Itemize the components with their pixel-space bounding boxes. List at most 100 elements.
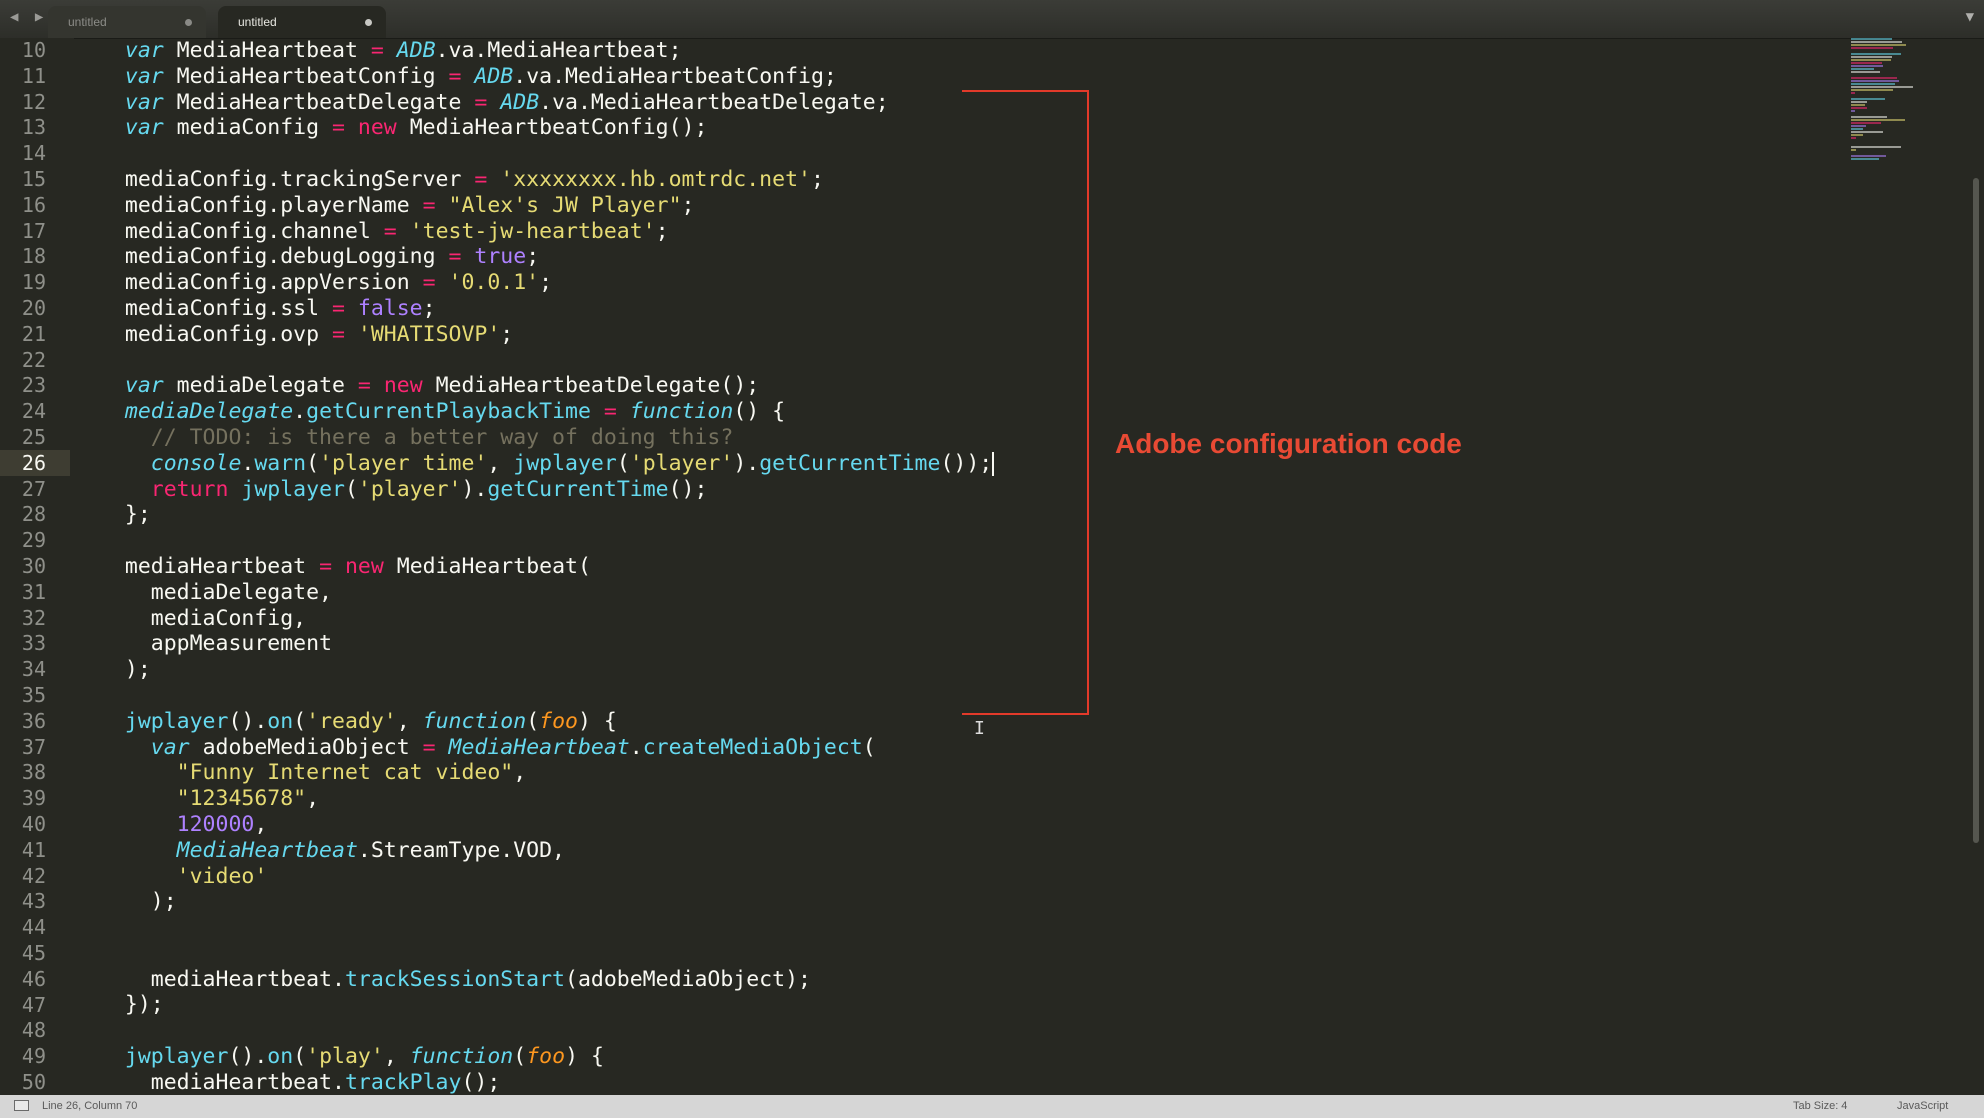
code-line[interactable]: }; xyxy=(99,502,1799,528)
minimap-line xyxy=(1851,104,1866,106)
code-token: ( xyxy=(526,708,540,734)
code-token: (). xyxy=(228,708,268,734)
code-token: 'player time' xyxy=(319,450,488,476)
code-token: var xyxy=(124,38,164,63)
code-line[interactable]: return jwplayer('player').getCurrentTime… xyxy=(99,477,1799,503)
code-token: mediaHeartbeat. xyxy=(99,1069,345,1095)
code-line[interactable] xyxy=(99,348,1799,374)
code-line[interactable]: jwplayer().on('play', function(foo) { xyxy=(99,1044,1799,1070)
code-line[interactable]: var MediaHeartbeatConfig = ADB.va.MediaH… xyxy=(99,64,1799,90)
code-line[interactable]: mediaConfig.trackingServer = 'xxxxxxxx.h… xyxy=(99,167,1799,193)
code-token: jwplayer xyxy=(241,476,345,502)
code-line[interactable]: 120000, xyxy=(99,812,1799,838)
line-number: 49 xyxy=(21,1044,46,1069)
tab-untitled-1[interactable]: untitled xyxy=(48,6,206,38)
code-token: function xyxy=(409,1044,514,1070)
scrollbar-thumb[interactable] xyxy=(1973,178,1979,843)
line-number: 40 xyxy=(21,812,46,836)
code-line[interactable]: appMeasurement xyxy=(99,631,1799,657)
line-number: 10 xyxy=(21,38,46,62)
line-number: 22 xyxy=(21,347,46,372)
code-line[interactable] xyxy=(99,528,1799,554)
tab-untitled-2[interactable]: untitled xyxy=(218,6,386,38)
tab-size-selector[interactable]: Tab Size: 4 xyxy=(1793,1100,1847,1112)
code-line[interactable]: mediaConfig.channel = 'test-jw-heartbeat… xyxy=(99,219,1799,245)
tab-dropdown-icon[interactable]: ▼ xyxy=(1966,9,1974,25)
syntax-selector[interactable]: JavaScript xyxy=(1897,1100,1948,1112)
code-line[interactable]: ); xyxy=(99,889,1799,915)
code-token: ( xyxy=(513,1044,527,1070)
code-line[interactable]: mediaConfig, xyxy=(99,606,1799,632)
code-line[interactable] xyxy=(99,141,1799,167)
code-line[interactable]: mediaConfig.ovp = 'WHATISOVP'; xyxy=(99,322,1799,348)
code-line[interactable]: var mediaConfig = new MediaHeartbeatConf… xyxy=(99,115,1799,141)
code-token: , xyxy=(254,811,268,837)
minimap-line xyxy=(1851,155,1887,157)
code-line[interactable]: var adobeMediaObject = MediaHeartbeat.cr… xyxy=(99,735,1799,761)
code-line[interactable]: mediaHeartbeat.trackSessionStart(adobeMe… xyxy=(99,967,1799,993)
code-line[interactable]: jwplayer().on('ready', function(foo) { xyxy=(99,709,1799,735)
code-token: = xyxy=(448,244,462,270)
minimap-line xyxy=(1851,41,1903,43)
code-line[interactable] xyxy=(99,915,1799,941)
code-line[interactable]: mediaConfig.ssl = false; xyxy=(99,296,1799,322)
code-line[interactable]: var mediaDelegate = new MediaHeartbeatDe… xyxy=(99,373,1799,399)
code-line[interactable]: mediaConfig.debugLogging = true; xyxy=(99,244,1799,270)
code-text-area[interactable]: var MediaHeartbeat = ADB.va.MediaHeartbe… xyxy=(99,38,1799,1096)
code-token: jwplayer xyxy=(124,1044,229,1070)
tab-nav-arrows-icon[interactable]: ◀ ▶ xyxy=(10,9,47,25)
tab-bar: ◀ ▶ untitled untitled ▼ xyxy=(0,0,1984,39)
minimap-line xyxy=(1851,89,1894,91)
code-line[interactable]: ); xyxy=(99,657,1799,683)
minimap[interactable] xyxy=(1845,38,1945,188)
code-token: = xyxy=(603,399,617,425)
code-line[interactable]: // TODO: is there a better way of doing … xyxy=(99,425,1799,451)
code-token: mediaConfig, xyxy=(99,605,307,631)
code-token: on xyxy=(267,1044,294,1070)
code-line[interactable]: 'video' xyxy=(99,864,1799,890)
code-line[interactable]: mediaDelegate, xyxy=(99,580,1799,606)
code-line[interactable]: }); xyxy=(99,992,1799,1018)
code-line[interactable]: MediaHeartbeat.StreamType.VOD, xyxy=(99,838,1799,864)
code-token: = xyxy=(370,38,384,63)
code-line[interactable]: mediaHeartbeat = new MediaHeartbeat( xyxy=(99,554,1799,580)
code-token: .va.MediaHeartbeatDelegate; xyxy=(539,89,889,115)
code-line[interactable]: mediaConfig.appVersion = '0.0.1'; xyxy=(99,270,1799,296)
tab-label: untitled xyxy=(238,15,277,29)
code-line[interactable]: mediaDelegate.getCurrentPlaybackTime = f… xyxy=(99,399,1799,425)
unsaved-dot-icon[interactable] xyxy=(365,19,372,26)
code-token: jwplayer xyxy=(513,450,617,476)
code-line[interactable]: var MediaHeartbeat = ADB.va.MediaHeartbe… xyxy=(99,38,1799,64)
annotation-label: Adobe configuration code xyxy=(1115,428,1462,459)
line-number: 41 xyxy=(21,837,46,862)
annotation-bracket xyxy=(962,90,1089,715)
code-line[interactable] xyxy=(99,1018,1799,1044)
code-token: appMeasurement xyxy=(99,631,332,657)
code-token: ) { xyxy=(578,708,617,734)
code-line[interactable]: mediaConfig.playerName = "Alex's JW Play… xyxy=(99,193,1799,219)
code-line[interactable] xyxy=(99,683,1799,709)
editor-pane[interactable]: 10 11 12 13 14 15 16 17 18 19 20 21 22 23 24 25 26 27 28 29… xyxy=(0,38,1984,1095)
unsaved-dot-icon[interactable] xyxy=(185,19,192,26)
code-line[interactable]: "Funny Internet cat video", xyxy=(99,760,1799,786)
code-token: on xyxy=(267,708,294,734)
code-token: mediaConfig.channel xyxy=(99,218,384,244)
code-token: (); xyxy=(461,1069,501,1095)
line-number: 12 xyxy=(21,89,46,114)
code-line[interactable]: "12345678", xyxy=(99,786,1799,812)
status-bar: Line 26, Column 70 Tab Size: 4 JavaScrip… xyxy=(0,1095,1984,1118)
code-line[interactable]: mediaHeartbeat.trackPlay(); xyxy=(99,1070,1799,1096)
code-token: ADB xyxy=(396,38,436,63)
panel-toggle-icon[interactable] xyxy=(14,1100,29,1111)
code-line[interactable]: var MediaHeartbeatDelegate = ADB.va.Medi… xyxy=(99,90,1799,116)
code-line[interactable]: console.warn('player time', jwplayer('pl… xyxy=(99,451,1799,477)
code-line[interactable] xyxy=(99,941,1799,967)
code-token: ( xyxy=(293,708,307,734)
